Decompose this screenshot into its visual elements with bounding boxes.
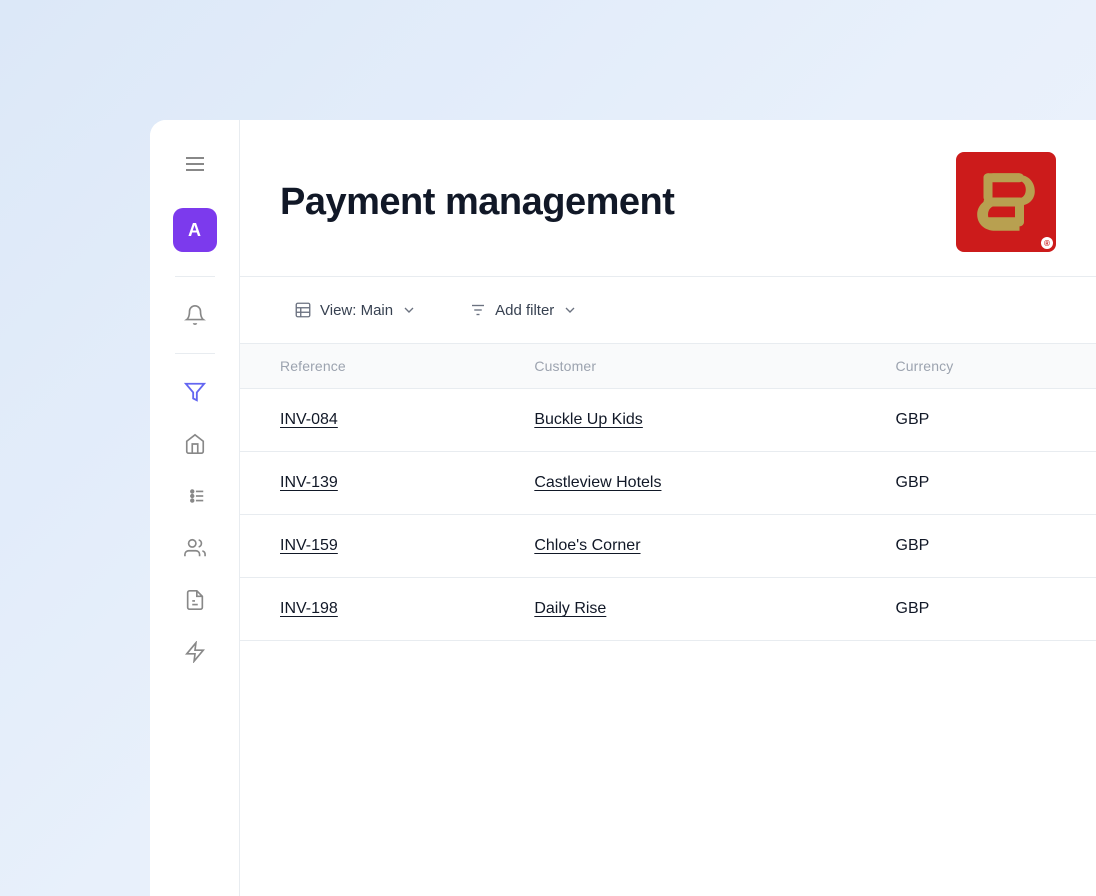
cell-currency: GBP xyxy=(856,578,1096,641)
cell-customer: Castleview Hotels xyxy=(494,452,855,515)
table-header-row: Reference Customer Currency xyxy=(240,344,1096,389)
registered-mark: ® xyxy=(1041,237,1053,249)
table-row: INV-198 Daily Rise GBP xyxy=(240,578,1096,641)
sidebar-item-notifications[interactable] xyxy=(173,293,217,337)
table-icon xyxy=(294,301,312,319)
cell-customer: Daily Rise xyxy=(494,578,855,641)
col-header-reference: Reference xyxy=(240,344,494,389)
toolbar: View: Main Add filter xyxy=(240,277,1096,344)
reference-link[interactable]: INV-198 xyxy=(280,600,338,617)
sidebar-item-filter[interactable] xyxy=(173,370,217,414)
cell-customer: Chloe's Corner xyxy=(494,515,855,578)
page-title: Payment management xyxy=(280,181,674,224)
filter-icon xyxy=(469,301,487,319)
cell-reference: INV-159 xyxy=(240,515,494,578)
add-filter-button[interactable]: Add filter xyxy=(455,293,592,327)
sidebar-item-automation[interactable] xyxy=(173,630,217,674)
payments-table: Reference Customer Currency INV-084 Buckl… xyxy=(240,344,1096,641)
table-row: INV-139 Castleview Hotels GBP xyxy=(240,452,1096,515)
reference-link[interactable]: INV-084 xyxy=(280,411,338,428)
filter-label: Add filter xyxy=(495,302,554,319)
chevron-down-icon xyxy=(401,302,417,318)
sidebar-item-home[interactable] xyxy=(173,422,217,466)
sidebar: A xyxy=(150,120,240,896)
chevron-down-icon-2 xyxy=(562,302,578,318)
brand-logo: ® xyxy=(956,152,1056,252)
main-content: Payment management ® xyxy=(240,120,1096,896)
view-label: View: Main xyxy=(320,302,393,319)
menu-icon[interactable] xyxy=(175,144,215,184)
cell-currency: GBP xyxy=(856,515,1096,578)
cell-currency: GBP xyxy=(856,452,1096,515)
customer-link[interactable]: Castleview Hotels xyxy=(534,474,661,491)
table-row: INV-084 Buckle Up Kids GBP xyxy=(240,389,1096,452)
cell-customer: Buckle Up Kids xyxy=(494,389,855,452)
sidebar-item-documents[interactable] xyxy=(173,578,217,622)
cell-reference: INV-198 xyxy=(240,578,494,641)
sidebar-divider-2 xyxy=(175,353,215,354)
avatar[interactable]: A xyxy=(173,208,217,252)
customer-link[interactable]: Daily Rise xyxy=(534,600,606,617)
table-container: Reference Customer Currency INV-084 Buckl… xyxy=(240,344,1096,896)
sidebar-item-tasks[interactable] xyxy=(173,474,217,518)
col-header-currency: Currency xyxy=(856,344,1096,389)
cell-currency: GBP xyxy=(856,389,1096,452)
cell-reference: INV-139 xyxy=(240,452,494,515)
cell-reference: INV-084 xyxy=(240,389,494,452)
reference-link[interactable]: INV-139 xyxy=(280,474,338,491)
reference-link[interactable]: INV-159 xyxy=(280,537,338,554)
sidebar-divider xyxy=(175,276,215,277)
customer-link[interactable]: Chloe's Corner xyxy=(534,537,640,554)
sidebar-item-contacts[interactable] xyxy=(173,526,217,570)
col-header-customer: Customer xyxy=(494,344,855,389)
view-selector-button[interactable]: View: Main xyxy=(280,293,431,327)
page-header: Payment management ® xyxy=(240,120,1096,277)
customer-link[interactable]: Buckle Up Kids xyxy=(534,411,643,428)
table-row: INV-159 Chloe's Corner GBP xyxy=(240,515,1096,578)
